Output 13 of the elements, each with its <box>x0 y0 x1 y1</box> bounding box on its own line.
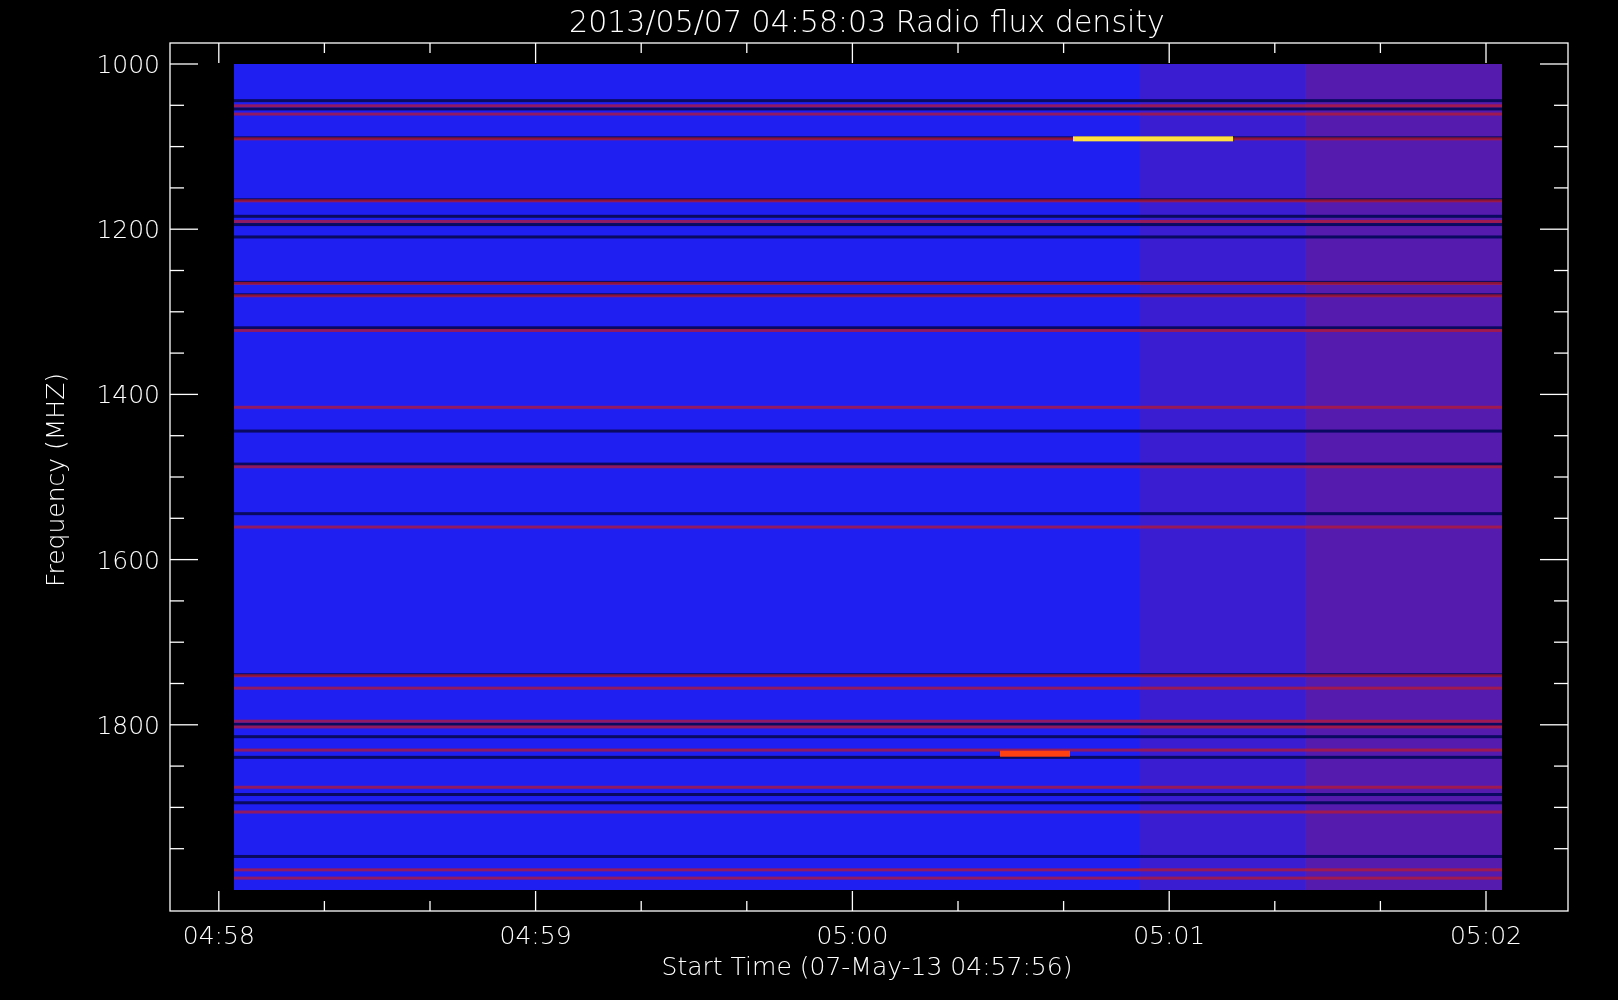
y-tick-label: 1000 <box>96 50 160 79</box>
y-tick-label: 1400 <box>96 380 160 410</box>
x-tick-label: 04:58 <box>182 921 255 950</box>
x-tick-label: 04:59 <box>499 921 572 950</box>
y-axis-title: Frequency (MHZ) <box>41 372 70 588</box>
x-tick-label: 05:00 <box>816 921 889 950</box>
x-axis-title: Start Time (07-May-13 04:57:56) <box>661 952 1073 981</box>
x-tick-label: 05:01 <box>1133 921 1206 950</box>
y-tick-label: 1800 <box>96 710 160 740</box>
x-tick-label: 05:02 <box>1450 921 1522 950</box>
y-tick-label: 1200 <box>96 215 160 245</box>
chart-title: 2013/05/07 04:58:03 Radio flux density <box>569 4 1165 39</box>
y-tick-label: 1600 <box>96 545 160 575</box>
